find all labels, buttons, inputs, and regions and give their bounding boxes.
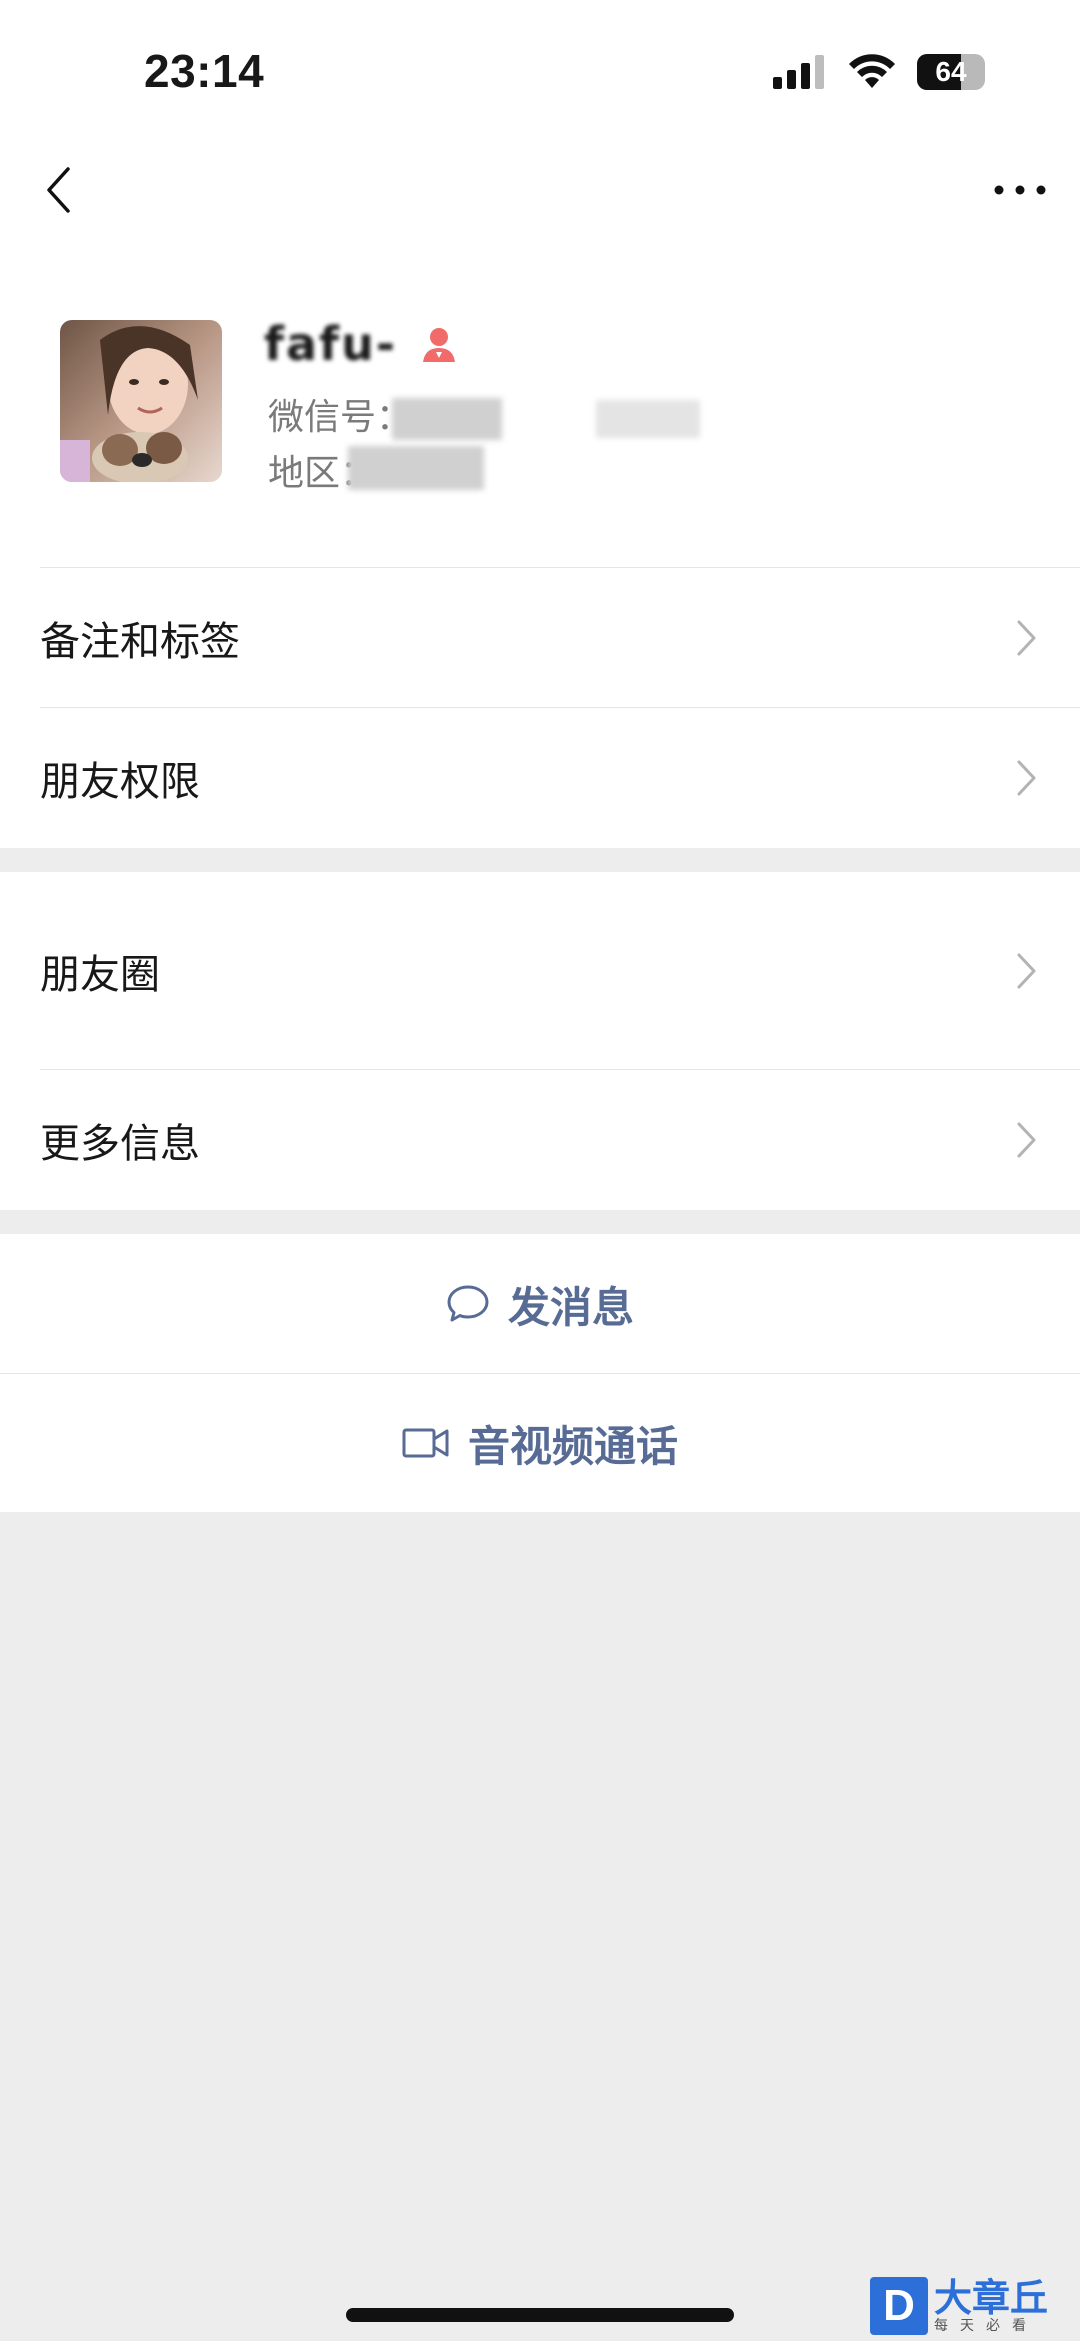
female-icon [422, 328, 455, 362]
nickname: fafu- [264, 317, 397, 371]
wechat-id-redaction-2 [596, 400, 700, 438]
cell-friend-permissions[interactable]: 朋友权限 [0, 708, 1080, 848]
chevron-right-icon [1017, 760, 1036, 796]
more-button[interactable] [980, 160, 1060, 220]
watermark-slogan: 每天必看 [934, 2318, 1038, 2334]
video-camera-icon [402, 1428, 449, 1458]
wechat-id-redaction [392, 398, 502, 440]
battery-level: 64 [935, 56, 967, 87]
home-indicator[interactable] [346, 2308, 734, 2322]
cell-label-friend-permissions: 朋友权限 [40, 759, 200, 805]
region-redaction [348, 446, 484, 490]
wifi-icon [849, 54, 895, 88]
watermark-text: 大章丘 每天必看 [934, 2278, 1048, 2334]
status-icons: 64 [773, 50, 985, 94]
chevron-right-icon [1017, 620, 1036, 656]
status-time: 23:14 [144, 45, 265, 97]
cellular-signal-icon [773, 55, 824, 89]
chevron-right-icon [1017, 1122, 1036, 1158]
wechat-id-label: 微信号： [268, 397, 413, 438]
chevron-right-icon [1017, 953, 1036, 989]
watermark: D 大章丘 每天必看 [870, 2271, 1080, 2341]
chevron-left-icon [47, 167, 70, 213]
nickname-row: fafu- [264, 314, 459, 374]
cell-remark-tags[interactable]: 备注和标签 [0, 568, 1080, 708]
profile-header: fafu- 微信号： 地区： [0, 240, 1080, 568]
watermark-logo: D [870, 2277, 928, 2335]
send-message-label: 发消息 [507, 1282, 634, 1332]
cell-moments[interactable]: 朋友圈 [0, 872, 1080, 1070]
battery-indicator: 64 [917, 54, 985, 90]
cell-more-info[interactable]: 更多信息 [0, 1070, 1080, 1210]
avatar-photo [60, 320, 222, 482]
video-call-button[interactable]: 音视频通话 [0, 1374, 1080, 1512]
nav-bar [0, 140, 1080, 240]
cell-label-more-info: 更多信息 [40, 1121, 200, 1167]
back-button[interactable] [28, 160, 88, 220]
video-call-label: 音视频通话 [467, 1421, 678, 1471]
chat-bubble-icon [447, 1285, 489, 1322]
avatar[interactable] [60, 320, 222, 482]
wechat-id-line: 微信号： [268, 388, 412, 440]
status-bar: 23:14 64 [0, 0, 1080, 140]
send-message-button[interactable]: 发消息 [0, 1234, 1080, 1374]
cell-label-remark-tags: 备注和标签 [40, 619, 240, 665]
watermark-name: 大章丘 [934, 2276, 1049, 2320]
cell-label-moments: 朋友圈 [40, 952, 160, 998]
ellipsis-icon [994, 185, 1046, 195]
